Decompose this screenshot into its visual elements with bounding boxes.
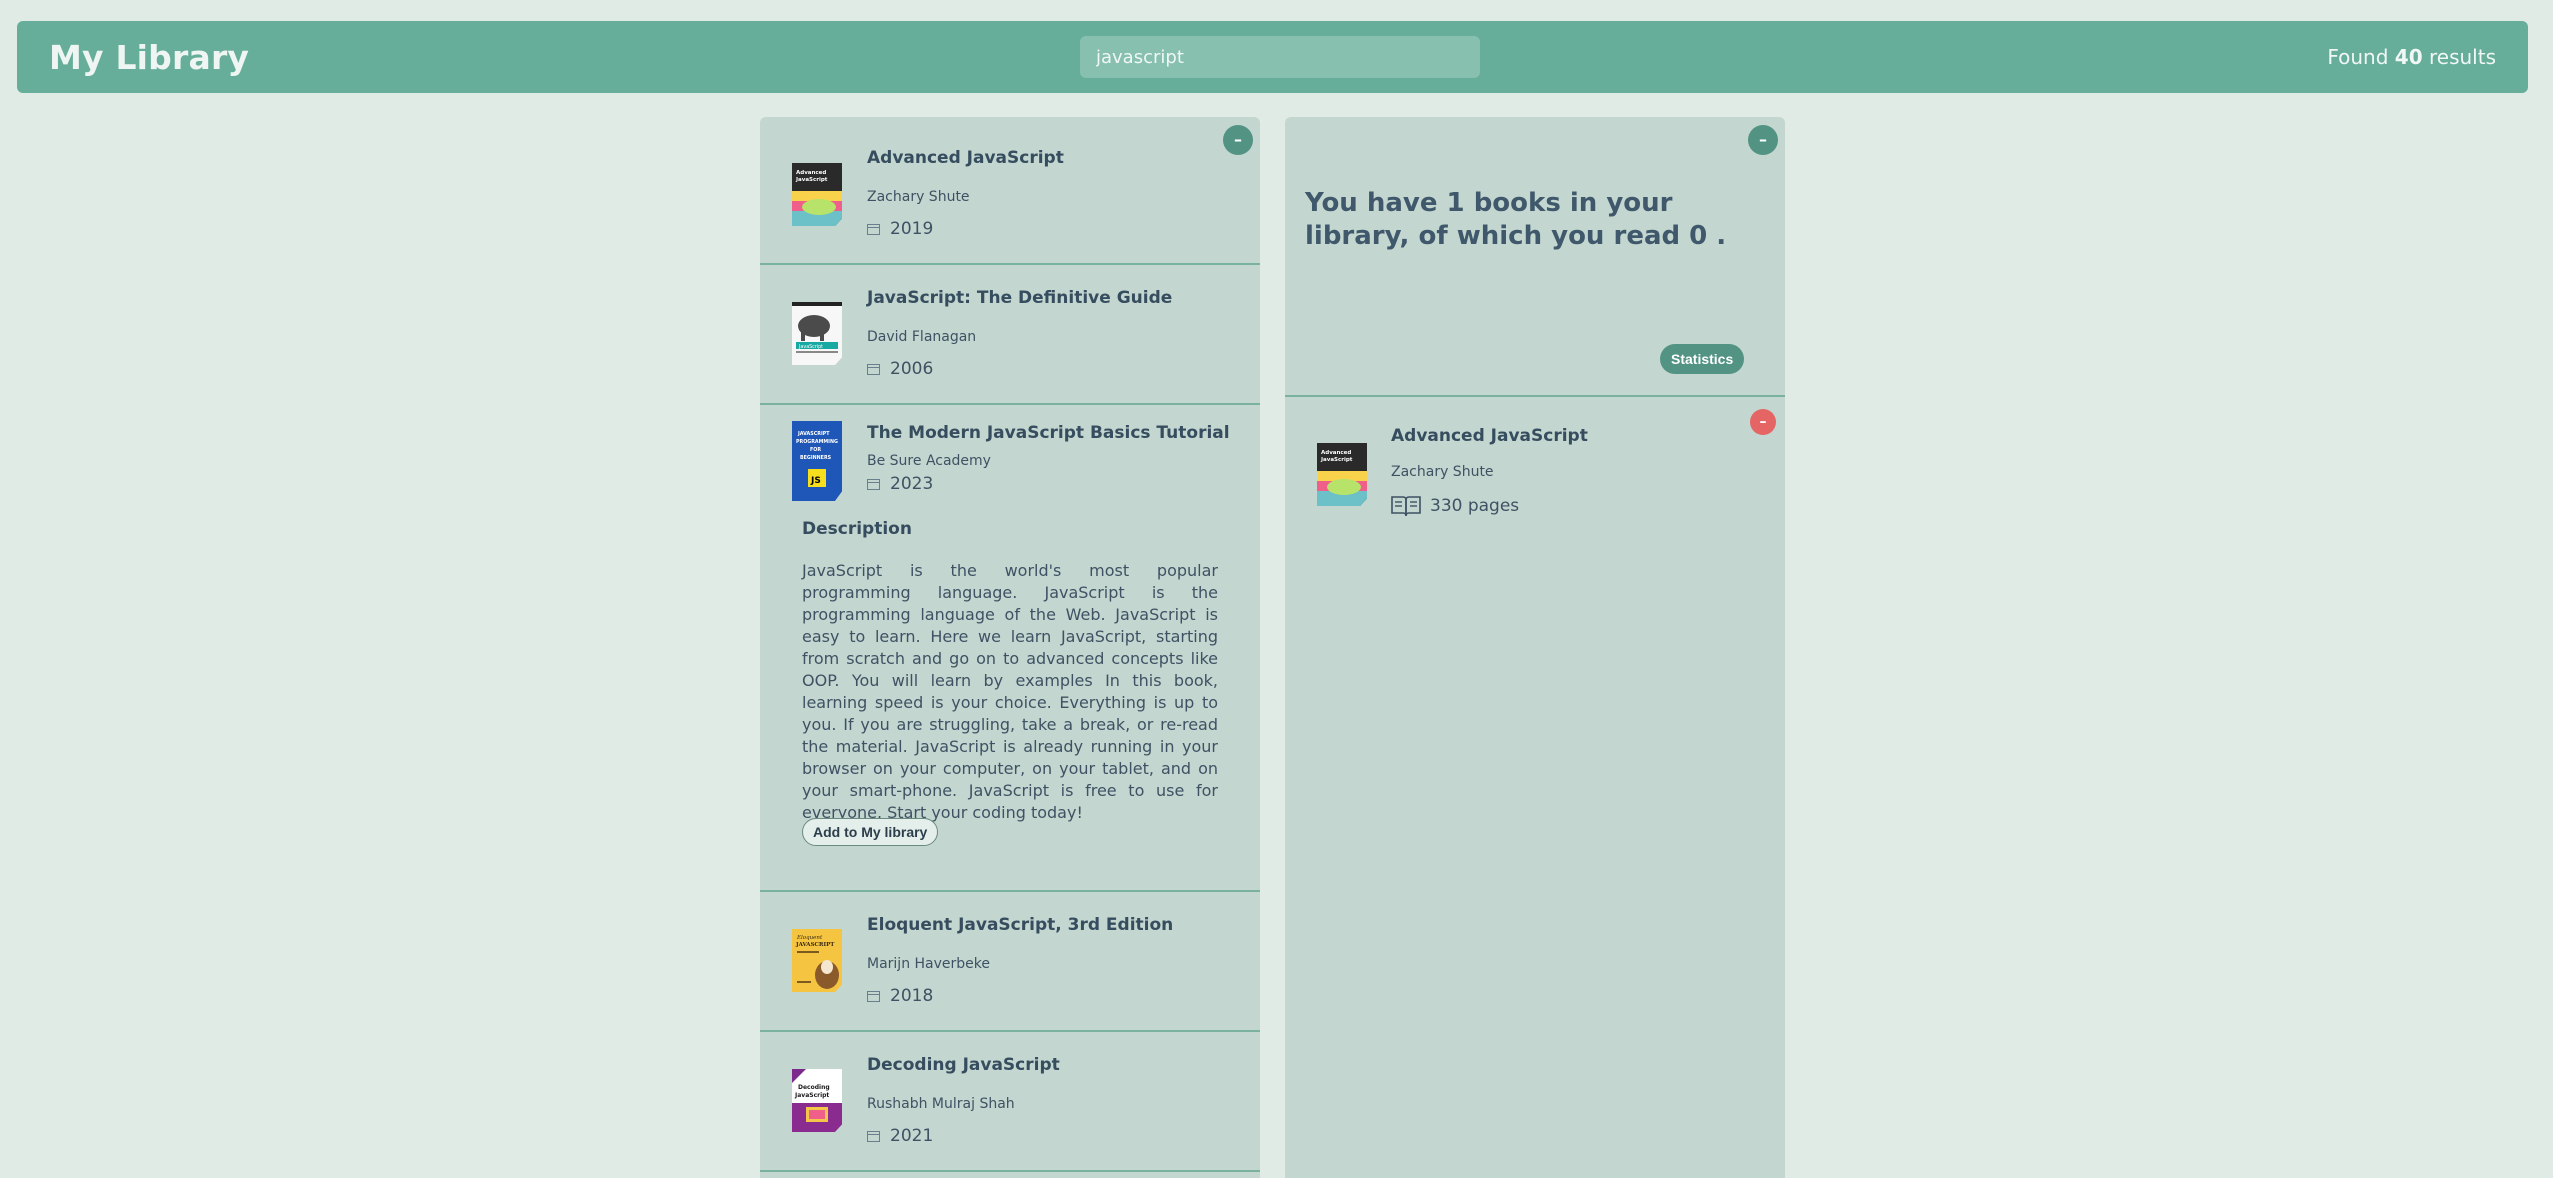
app-header: My Library Found 40 results bbox=[17, 21, 2528, 93]
svg-text:FOR: FOR bbox=[810, 447, 821, 453]
book-pages-value: 330 pages bbox=[1430, 496, 1520, 516]
book-title[interactable]: Eloquent JavaScript, 3rd Edition bbox=[867, 915, 1173, 935]
description-heading: Description bbox=[802, 519, 912, 539]
svg-text:JS: JS bbox=[810, 476, 821, 486]
book-item[interactable]: JavaScript JavaScript: The Definitive Gu… bbox=[760, 265, 1260, 405]
book-cover: JavaScript bbox=[792, 302, 842, 365]
svg-text:JavaScript: JavaScript bbox=[794, 1092, 829, 1099]
book-cover: Decoding JavaScript bbox=[792, 1069, 842, 1132]
book-author: Marijn Haverbeke bbox=[867, 956, 990, 972]
book-year: 2021 bbox=[867, 1126, 933, 1146]
svg-text:JavaScript: JavaScript bbox=[798, 344, 823, 350]
book-author: Zachary Shute bbox=[1391, 464, 1494, 480]
book-year-value: 2023 bbox=[890, 474, 934, 494]
svg-text:JavaScript: JavaScript bbox=[1320, 457, 1353, 463]
svg-text:JavaScript: JavaScript bbox=[795, 177, 828, 183]
results-number: 40 bbox=[2394, 45, 2423, 69]
book-year-value: 2018 bbox=[890, 986, 934, 1006]
book-cover: Advanced JavaScript bbox=[1317, 443, 1367, 506]
book-year: 2006 bbox=[867, 359, 933, 379]
svg-text:JAVASCRIPT: JAVASCRIPT bbox=[797, 431, 830, 437]
book-year: 2023 bbox=[867, 474, 933, 494]
results-count: Found 40 results bbox=[2327, 45, 2496, 69]
book-year-value: 2021 bbox=[890, 1126, 934, 1146]
book-item-expanded[interactable]: JAVASCRIPT PROGRAMMING FOR BEGINNERS JS … bbox=[760, 405, 1260, 892]
open-book-icon bbox=[1391, 496, 1421, 517]
add-to-library-button[interactable]: Add to My library bbox=[802, 818, 939, 846]
book-pages: 330 pages bbox=[1391, 495, 1519, 517]
calendar-icon bbox=[867, 991, 880, 1002]
book-item[interactable]: Eloquent JAVASCRIPT Eloquent JavaScript,… bbox=[760, 892, 1260, 1032]
divider bbox=[1285, 395, 1785, 397]
book-year: 2019 bbox=[867, 219, 933, 239]
book-year: 2018 bbox=[867, 986, 933, 1006]
remove-book-button[interactable]: – bbox=[1750, 409, 1776, 435]
calendar-icon bbox=[867, 364, 880, 375]
book-title[interactable]: Advanced JavaScript bbox=[1391, 426, 1588, 446]
calendar-icon bbox=[867, 479, 880, 490]
svg-text:Eloquent: Eloquent bbox=[796, 935, 823, 941]
book-item[interactable]: Decoding JavaScript Decoding JavaScript … bbox=[760, 1032, 1260, 1172]
library-summary: You have 1 books in your library, of whi… bbox=[1305, 188, 1727, 251]
svg-text:BEGINNERS: BEGINNERS bbox=[800, 455, 832, 461]
collapse-library-button[interactable]: – bbox=[1748, 125, 1778, 155]
my-library-panel: – You have 1 books in your library, of w… bbox=[1285, 117, 1785, 1178]
book-author: David Flanagan bbox=[867, 329, 977, 345]
book-item[interactable]: Advanced JavaScript Advanced JavaScript … bbox=[760, 117, 1260, 265]
svg-text:Advanced: Advanced bbox=[1321, 450, 1351, 456]
svg-text:JAVASCRIPT: JAVASCRIPT bbox=[795, 942, 835, 948]
book-title[interactable]: JavaScript: The Definitive Guide bbox=[867, 288, 1172, 308]
description-text: JavaScript is the world's most popular p… bbox=[802, 561, 1218, 822]
results-suffix: results bbox=[2428, 45, 2496, 69]
statistics-button[interactable]: Statistics bbox=[1660, 344, 1745, 374]
book-title[interactable]: The Modern JavaScript Basics Tutorial bbox=[867, 423, 1230, 443]
calendar-icon bbox=[867, 224, 880, 235]
book-year-value: 2006 bbox=[890, 359, 934, 379]
search-input[interactable] bbox=[1080, 36, 1480, 78]
app-title: My Library bbox=[49, 38, 250, 77]
book-author: Rushabh Mulraj Shah bbox=[867, 1096, 1015, 1112]
results-prefix: Found bbox=[2327, 45, 2389, 69]
search-results-panel: – Advanced JavaScript Advanced JavaScrip… bbox=[760, 117, 1260, 1178]
book-author: Be Sure Academy bbox=[867, 453, 991, 469]
book-title[interactable]: Decoding JavaScript bbox=[867, 1055, 1060, 1075]
book-title[interactable]: Advanced JavaScript bbox=[867, 148, 1064, 168]
calendar-icon bbox=[867, 1131, 880, 1142]
svg-text:PROGRAMMING: PROGRAMMING bbox=[796, 439, 838, 445]
svg-text:Advanced: Advanced bbox=[796, 170, 826, 176]
book-year-value: 2019 bbox=[890, 219, 934, 239]
book-author: Zachary Shute bbox=[867, 189, 970, 205]
svg-text:Decoding: Decoding bbox=[798, 1084, 830, 1091]
book-cover: Eloquent JAVASCRIPT bbox=[792, 929, 842, 992]
book-cover: JAVASCRIPT PROGRAMMING FOR BEGINNERS JS bbox=[792, 421, 842, 501]
book-cover: Advanced JavaScript bbox=[792, 163, 842, 226]
